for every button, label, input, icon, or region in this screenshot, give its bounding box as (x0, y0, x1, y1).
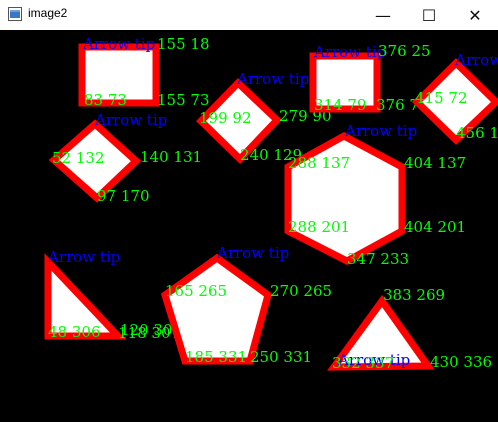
coord-label: 97 170 (97, 187, 150, 205)
image-canvas: Arrow tip 155 18 83 73 155 73 Arrow tip … (0, 30, 498, 422)
coord-label: 155 73 (157, 91, 210, 109)
shape-square-1: Arrow tip 155 18 83 73 155 73 (78, 35, 210, 109)
shape-diamond-2: Arrow tip 415 72 456 1 (412, 51, 498, 145)
title-bar[interactable]: image2 — ☐ ✕ (0, 0, 498, 30)
minimize-button[interactable]: — (360, 0, 406, 30)
shape-triangle: 383 269 Arrow tip 332 337 430 336 (327, 286, 492, 372)
window-title: image2 (28, 6, 68, 20)
coord-label: 456 1 (456, 124, 498, 142)
shape-pentagon: Arrow tip 165 265 270 265 185 331 250 33… (160, 244, 332, 366)
minimize-icon: — (375, 5, 391, 25)
coord-label: 83 73 (84, 91, 127, 109)
arrow-tip-label: Arrow tip (216, 244, 289, 262)
coord-label: 199 92 (199, 109, 252, 127)
coord-label: 185 331 (185, 348, 247, 366)
arrow-tip-label: Arrow tip (236, 70, 309, 88)
coord-label: 404 201 (404, 218, 466, 236)
coord-label: 155 18 (157, 35, 210, 53)
maximize-button[interactable]: ☐ (406, 0, 452, 30)
coord-label: 270 265 (270, 282, 332, 300)
close-button[interactable]: ✕ (452, 0, 498, 30)
coord-label: 376 25 (378, 42, 431, 60)
coord-label: 48 306 (48, 323, 101, 341)
arrow-tip-label: Arrow tip (82, 35, 155, 53)
close-icon: ✕ (468, 5, 482, 25)
coord-label: 288 137 (288, 154, 350, 172)
coord-label: 165 265 (165, 282, 227, 300)
coord-label: 314 79 (314, 96, 367, 114)
coord-label: 404 137 (404, 154, 466, 172)
coord-label: 383 269 (383, 286, 445, 304)
arrow-tip-label: Arrow tip (47, 248, 120, 266)
opencv-window: image2 — ☐ ✕ Arrow tip 155 18 83 73 155 … (0, 0, 498, 422)
arrow-tip-label: Arrow tip (454, 51, 498, 69)
coord-label: 52 132 (52, 149, 105, 167)
coord-label: 250 331 (250, 348, 312, 366)
maximize-icon: ☐ (421, 5, 437, 25)
arrow-tip-label: Arrow tip (94, 111, 167, 129)
coord-label: 140 131 (140, 148, 202, 166)
arrow-tip-label: Arrow tip (344, 122, 417, 140)
coord-label: 347 233 (347, 250, 409, 268)
coord-label: 415 72 (415, 89, 468, 107)
shape-diamond-3: Arrow tip 52 132 140 131 97 170 (48, 111, 202, 205)
shapes-drawing: Arrow tip 155 18 83 73 155 73 Arrow tip … (44, 35, 498, 372)
coord-label: 430 336 (430, 353, 492, 371)
shape-square-2: Arrow tip 376 25 314 79 376 79 (309, 42, 431, 114)
app-icon (8, 7, 22, 21)
coord-label: 288 201 (288, 218, 350, 236)
coord-label: 332 337 (332, 354, 394, 372)
shape-hexagon: Arrow tip 288 137 404 137 288 201 404 20… (284, 122, 466, 268)
coord-label: 118 307 (118, 324, 180, 342)
arrow-tip-label: Arrow tip (313, 43, 386, 61)
